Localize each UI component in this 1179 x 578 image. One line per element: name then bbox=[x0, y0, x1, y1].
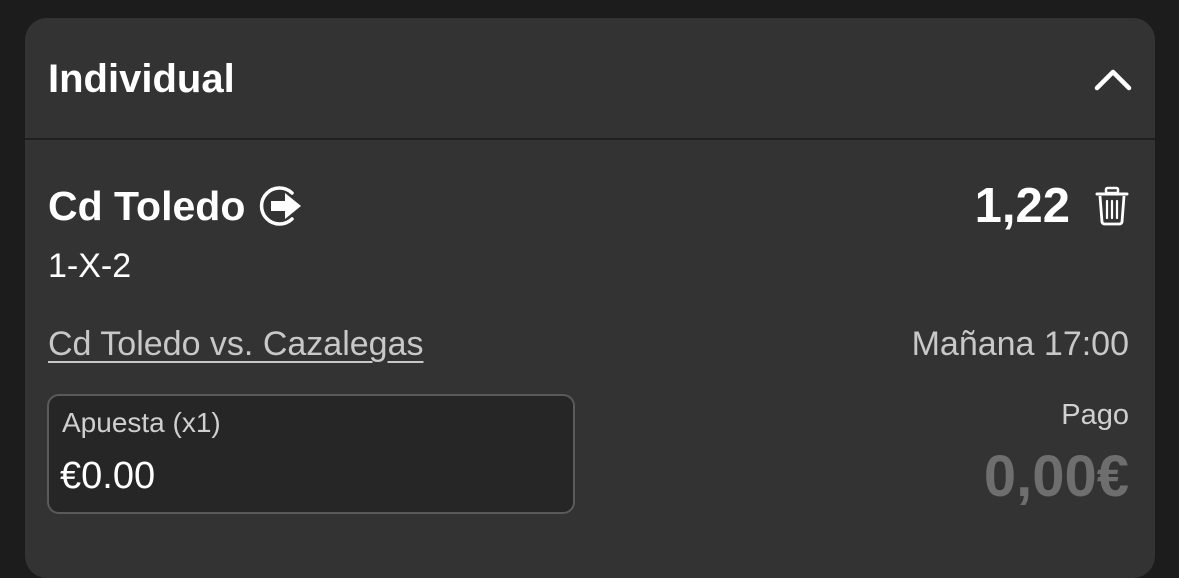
payout-label: Pago bbox=[1061, 399, 1129, 431]
bet-type-title: Individual bbox=[48, 57, 235, 101]
market-name: 1-X-2 bbox=[48, 247, 132, 285]
stake-label: Apuesta (x1) bbox=[62, 407, 221, 438]
odds-value: 1,22 bbox=[974, 179, 1070, 233]
trash-icon[interactable] bbox=[1095, 186, 1129, 226]
selection-name-row: Cd Toledo bbox=[48, 181, 307, 231]
selection-name: Cd Toledo bbox=[48, 183, 246, 229]
stake-input[interactable] bbox=[60, 452, 540, 500]
stake-field[interactable]: Apuesta (x1) bbox=[47, 394, 575, 514]
event-link[interactable]: Cd Toledo vs. Cazalegas bbox=[48, 324, 423, 364]
bet-slip-card: Individual Cd Toledo 1,22 1-X-2 Cd Toled… bbox=[25, 18, 1155, 578]
share-arrow-icon[interactable] bbox=[257, 181, 307, 231]
chevron-up-icon[interactable] bbox=[1091, 58, 1135, 102]
bet-slip-header[interactable]: Individual bbox=[25, 18, 1155, 140]
event-start-time: Mañana 17:00 bbox=[911, 325, 1129, 363]
payout-value: 0,00€ bbox=[983, 444, 1129, 509]
